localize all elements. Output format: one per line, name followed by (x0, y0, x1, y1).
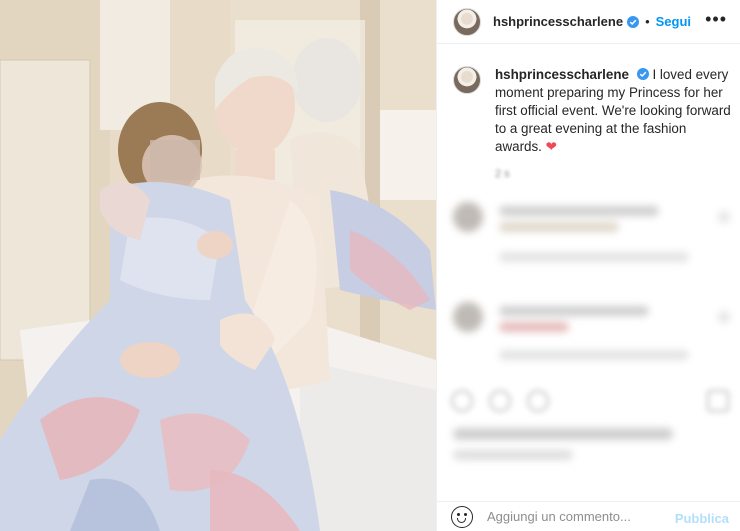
heart-emoji: ❤ (545, 139, 557, 154)
post-actions (437, 380, 740, 420)
comment-line (499, 206, 659, 216)
bookmark-icon[interactable] (707, 390, 729, 412)
comment-input[interactable] (487, 509, 667, 524)
photo-illustration (0, 0, 436, 531)
header-separator: • (645, 14, 650, 29)
comment-meta-line (499, 252, 689, 262)
follow-button[interactable]: Segui (656, 14, 691, 29)
caption-timestamp: 2 s (495, 168, 510, 180)
avatar[interactable] (453, 7, 481, 36)
comment-meta-line (499, 350, 689, 360)
post-date (453, 450, 573, 460)
comment-line (499, 322, 569, 332)
emoji-icon[interactable] (451, 505, 473, 528)
caption-avatar[interactable] (453, 66, 481, 94)
post-photo (0, 0, 436, 531)
username-link[interactable]: hshprincesscharlene (493, 14, 623, 29)
post-header: hshprincesscharlene • Segui ••• (437, 0, 740, 44)
comment-line (499, 306, 649, 316)
comment-like-icon (719, 312, 729, 322)
verified-badge-icon (636, 68, 649, 80)
caption-username-link[interactable]: hshprincesscharlene (495, 67, 629, 82)
post-side-panel: hshprincesscharlene • Segui ••• hshprinc… (436, 0, 740, 531)
share-icon[interactable] (527, 390, 549, 412)
blurred-comments (437, 188, 740, 468)
comment-avatar (453, 202, 483, 232)
comment-avatar (453, 302, 483, 332)
publish-button[interactable]: Pubblica (675, 511, 729, 526)
comment-icon[interactable] (489, 390, 511, 412)
more-options-icon[interactable]: ••• (705, 10, 727, 28)
post-caption: hshprincesscharlene I loved every moment… (453, 66, 733, 156)
comment-like-icon (719, 212, 729, 222)
comment-form: Pubblica (437, 501, 740, 531)
like-icon[interactable] (451, 390, 473, 412)
caption-body: hshprincesscharlene I loved every moment… (495, 66, 733, 156)
verified-badge-icon (627, 15, 640, 28)
likes-summary (453, 428, 673, 440)
comment-line (499, 222, 619, 232)
